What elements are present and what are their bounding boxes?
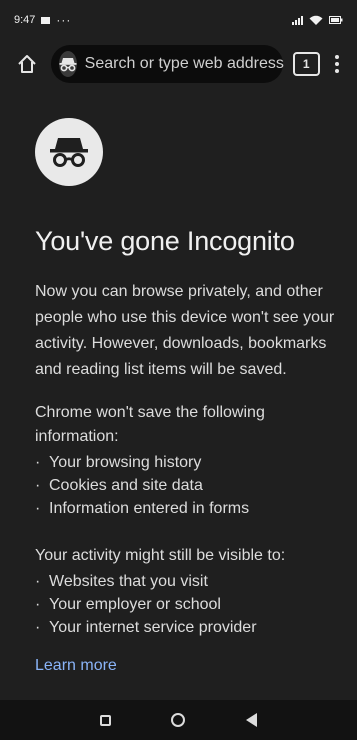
intro-text: Now you can browse privately, and other …: [35, 283, 335, 378]
not-saved-heading: Chrome won't save the following informat…: [35, 404, 265, 445]
incognito-logo-icon: [50, 138, 88, 167]
toolbar: 1: [0, 40, 357, 88]
home-icon: [18, 55, 37, 73]
list-item: Cookies and site data: [35, 474, 339, 497]
list-item: Your internet service provider: [35, 616, 339, 639]
menu-button[interactable]: [328, 55, 347, 73]
system-nav-bar: [0, 700, 357, 740]
status-bar: 9:47 ···: [0, 0, 357, 40]
list-item: Websites that you visit: [35, 570, 339, 593]
tab-switcher-button[interactable]: 1: [292, 52, 320, 76]
page-title: You've gone Incognito: [35, 226, 295, 256]
not-saved-list: Your browsing history Cookies and site d…: [35, 451, 339, 520]
incognito-ntp: You've gone Incognito Now you can browse…: [0, 88, 357, 700]
home-nav-button[interactable]: [171, 713, 186, 727]
status-left: 9:47 ···: [14, 13, 71, 27]
tab-count: 1: [302, 57, 310, 71]
learn-more-link[interactable]: Learn more: [35, 657, 117, 675]
incognito-logo: [35, 118, 103, 186]
visible-to-list: Websites that you visit Your employer or…: [35, 570, 339, 639]
status-time: 9:47: [14, 14, 36, 26]
search-input[interactable]: [82, 54, 294, 74]
list-item: Your browsing history: [35, 451, 339, 474]
battery-icon: [329, 16, 343, 24]
back-button[interactable]: [245, 713, 257, 727]
wifi-icon: [309, 15, 323, 25]
home-button[interactable]: [10, 46, 45, 82]
omnibox[interactable]: [50, 45, 294, 83]
more-notifications-icon: ···: [56, 13, 72, 27]
more-vert-icon: [335, 55, 340, 59]
list-item: Information entered in forms: [35, 497, 339, 520]
incognito-icon: [59, 58, 77, 72]
signal-icon: [292, 15, 303, 25]
notification-icon: [41, 16, 51, 24]
list-item: Your employer or school: [35, 593, 339, 616]
status-right: [292, 15, 343, 26]
incognito-badge: [58, 51, 77, 77]
recents-button[interactable]: [100, 714, 112, 726]
visible-to-heading: Your activity might still be visible to:: [35, 547, 286, 564]
